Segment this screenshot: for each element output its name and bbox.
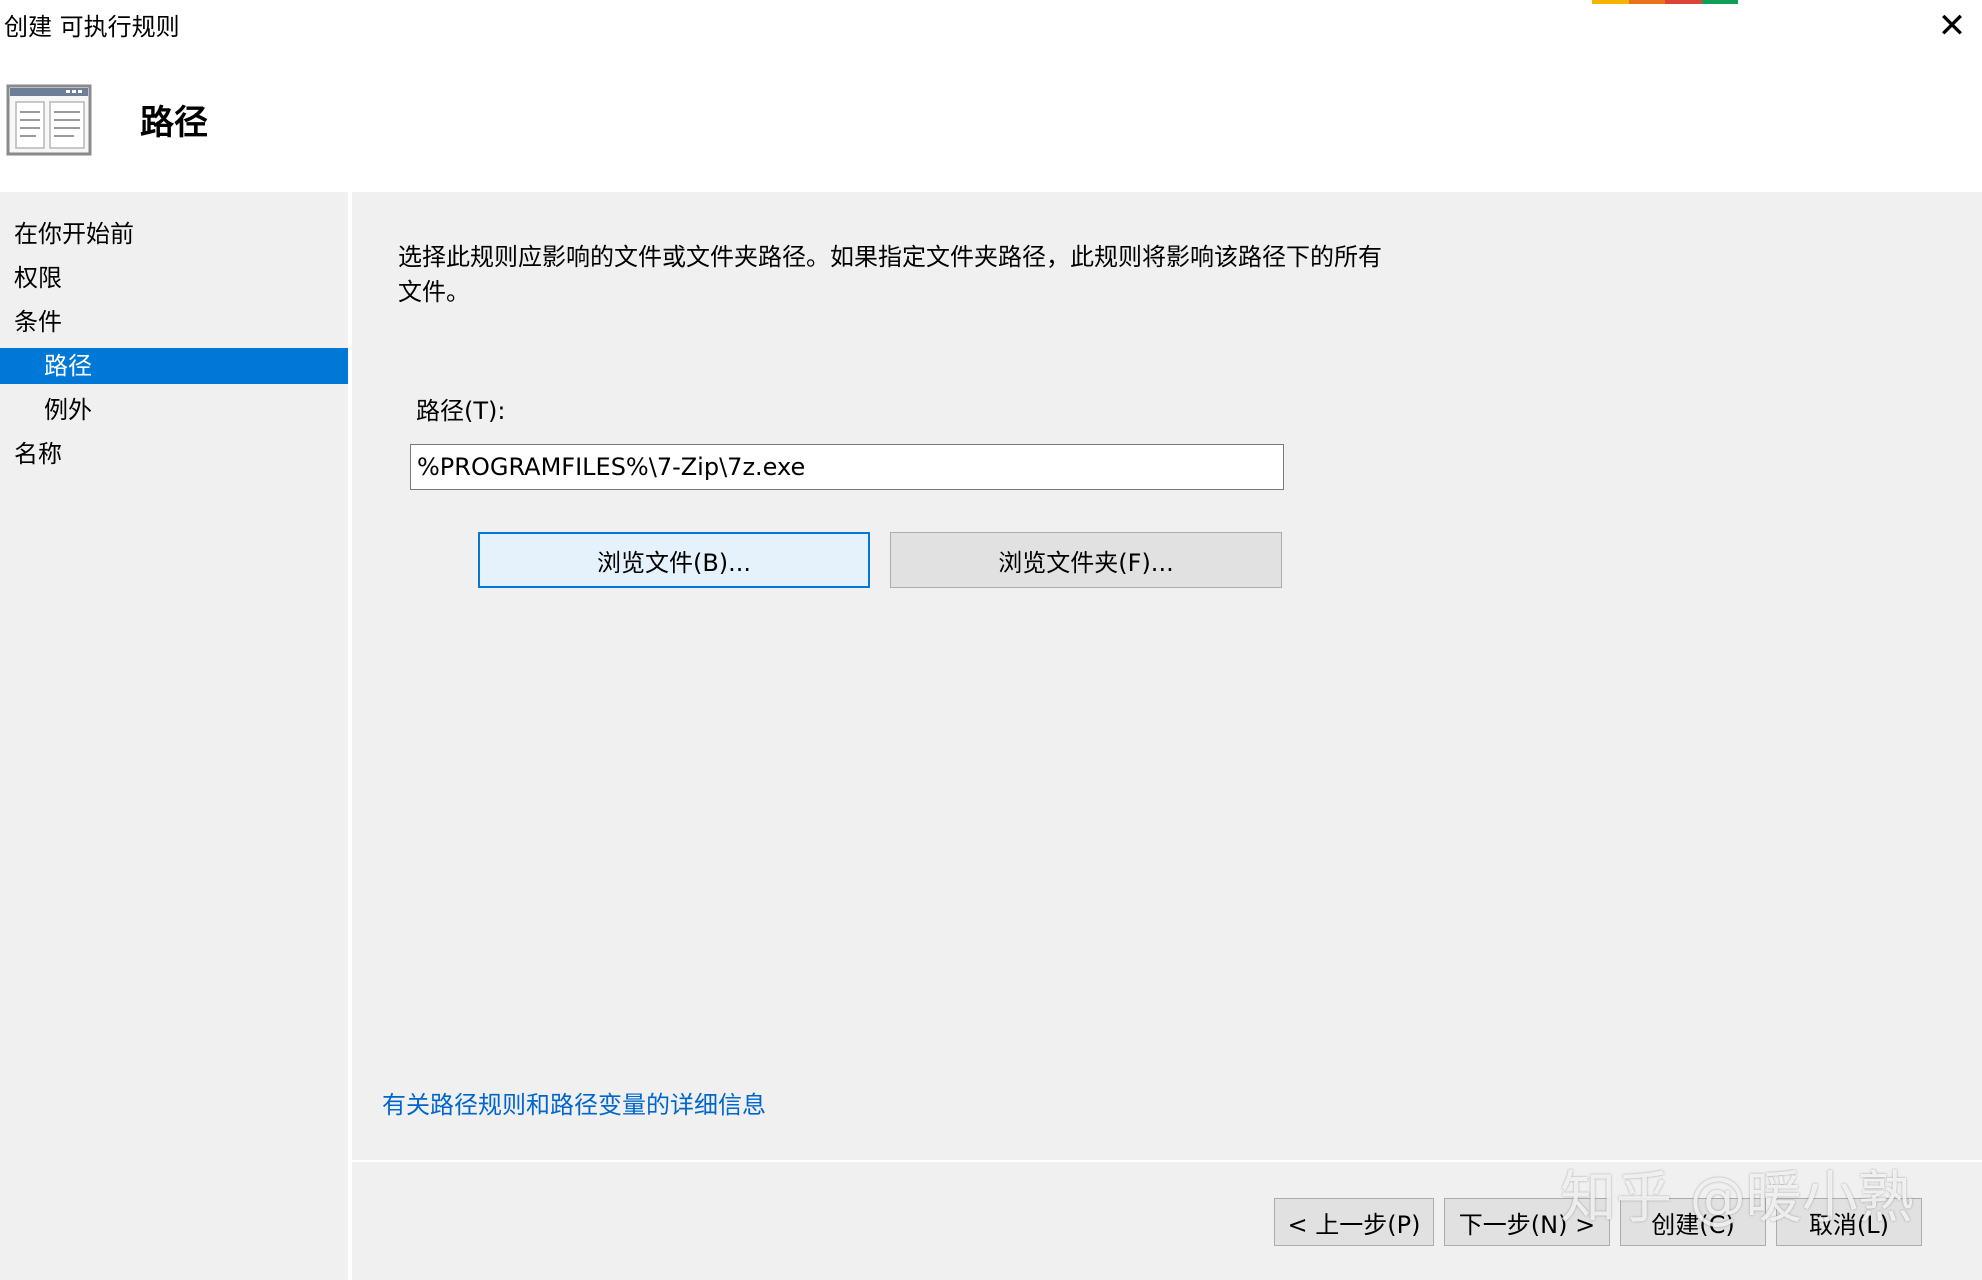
page-title: 路径 [140,103,208,143]
step-name[interactable]: 名称 [0,436,348,472]
browse-file-button[interactable]: 浏览文件(B)... [478,532,870,588]
rule-wizard-icon [6,84,92,156]
steps-divider [348,192,352,1280]
next-button[interactable]: 下一步(N) > [1444,1198,1610,1246]
step-permissions[interactable]: 权限 [0,260,348,296]
path-label: 路径(T): [416,397,506,425]
top-accent-strip [1592,0,1738,4]
browse-folder-button[interactable]: 浏览文件夹(F)... [890,532,1282,588]
step-before-you-begin[interactable]: 在你开始前 [0,216,348,252]
path-rules-help-link[interactable]: 有关路径规则和路径变量的详细信息 [382,1088,766,1122]
path-input[interactable] [410,444,1284,490]
close-icon[interactable]: ✕ [1930,6,1974,46]
create-button[interactable]: 创建(C) [1620,1198,1766,1246]
path-description: 选择此规则应影响的文件或文件夹路径。如果指定文件夹路径，此规则将影响该路径下的所… [398,243,1382,306]
step-exceptions[interactable]: 例外 [0,392,348,428]
footer-divider [352,1160,1982,1162]
window-title: 创建 可执行规则 [4,13,180,41]
back-button[interactable]: < 上一步(P) [1274,1198,1434,1246]
steps-pane: 在你开始前 权限 条件 路径 例外 名称 [0,192,348,1280]
step-conditions[interactable]: 条件 [0,304,348,340]
step-path[interactable]: 路径 [0,348,348,384]
wizard-header: 创建 可执行规则 ✕ 路径 [0,0,1982,192]
cancel-button[interactable]: 取消(L) [1776,1198,1922,1246]
